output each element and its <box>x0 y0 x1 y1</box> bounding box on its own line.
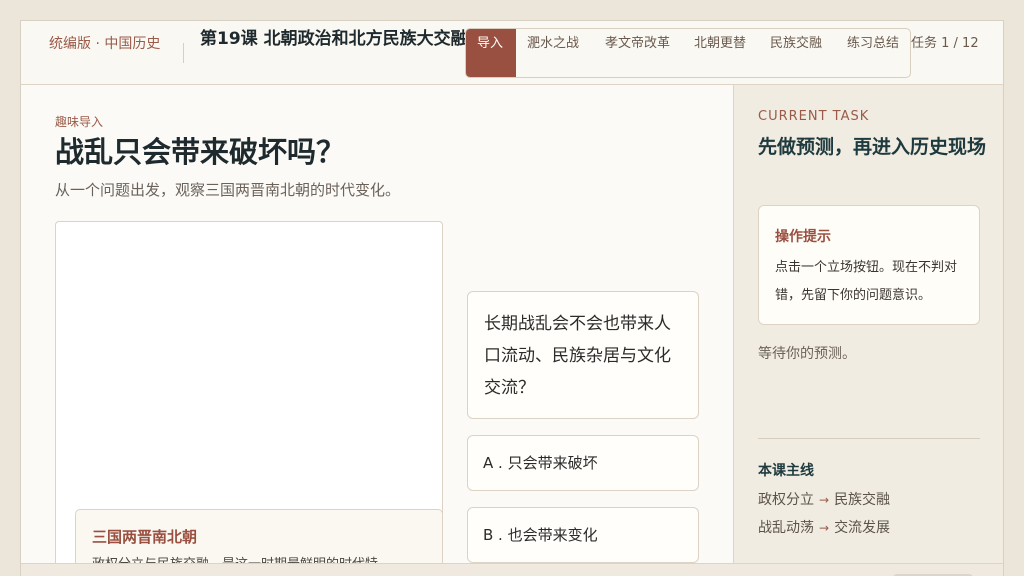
brand-label: 统编版 · 中国历史 <box>49 36 161 52</box>
mainline-row: 政权分立 → 民族交融 <box>758 489 890 509</box>
arrow-right-icon: → <box>819 521 830 535</box>
question-card: 长期战乱会不会也带来人口流动、民族杂居与文化交流？ <box>467 291 699 419</box>
main-panel: 趣味导入 战乱只会带来破坏吗？ 从一个问题出发，观察三国两晋南北朝的时代变化。 … <box>21 85 733 576</box>
section-tabs: 导入 淝水之战 孝文帝改革 北朝更替 民族交融 练习总结 <box>465 28 911 78</box>
hint-text: 点击一个立场按钮。现在不判对错，先留下你的问题意识。 <box>775 260 958 303</box>
lesson-title: 第19课 北朝政治和北方民族大交融 <box>200 29 468 49</box>
footer-bar <box>21 563 1003 576</box>
task-sidebar: CURRENT TASK 先做预测，再进入历史现场 操作提示 点击一个立场按钮。… <box>733 85 1003 576</box>
header-divider <box>183 43 184 63</box>
tab-feishui-battle[interactable]: 淝水之战 <box>516 29 594 77</box>
tab-ethnic-fusion[interactable]: 民族交融 <box>759 29 836 77</box>
tab-northern-dynasties[interactable]: 北朝更替 <box>683 29 759 77</box>
section-eyebrow: 趣味导入 <box>55 115 104 129</box>
hint-card: 操作提示 点击一个立场按钮。现在不判对错，先留下你的问题意识。 <box>758 205 980 325</box>
tab-xiaowen-reform[interactable]: 孝文帝改革 <box>594 29 683 77</box>
mainline-row: 战乱动荡 → 交流发展 <box>758 517 890 537</box>
mainline-to: 民族交融 <box>834 492 891 508</box>
sidebar-divider <box>758 438 980 439</box>
option-b-button[interactable]: B . 也会带来变化 <box>467 507 699 563</box>
mainline-from: 政权分立 <box>758 492 814 508</box>
tab-intro[interactable]: 导入 <box>466 29 516 77</box>
arrow-right-icon: → <box>819 493 830 507</box>
hint-title: 操作提示 <box>775 229 831 245</box>
mainline-title: 本课主线 <box>758 463 814 479</box>
mainline-from: 战乱动荡 <box>758 520 814 536</box>
page-subtitle: 从一个问题出发，观察三国两晋南北朝的时代变化。 <box>55 181 401 199</box>
option-a-button[interactable]: A . 只会带来破坏 <box>467 435 699 491</box>
header: 统编版 · 中国历史 第19课 北朝政治和北方民族大交融 导入 淝水之战 孝文帝… <box>21 21 1003 85</box>
status-text: 等待你的预测。 <box>758 346 856 362</box>
caption-title: 三国两晋南北朝 <box>92 528 198 546</box>
page-title: 战乱只会带来破坏吗？ <box>55 135 346 169</box>
sidebar-eyebrow: CURRENT TASK <box>758 109 870 124</box>
sidebar-title: 先做预测，再进入历史现场 <box>758 136 987 158</box>
mainline-to: 交流发展 <box>834 520 891 536</box>
app-frame: 统编版 · 中国历史 第19课 北朝政治和北方民族大交融 导入 淝水之战 孝文帝… <box>20 20 1004 576</box>
tab-exercise-summary[interactable]: 练习总结 <box>836 29 910 77</box>
task-progress: 任务 1 / 12 <box>911 36 979 51</box>
